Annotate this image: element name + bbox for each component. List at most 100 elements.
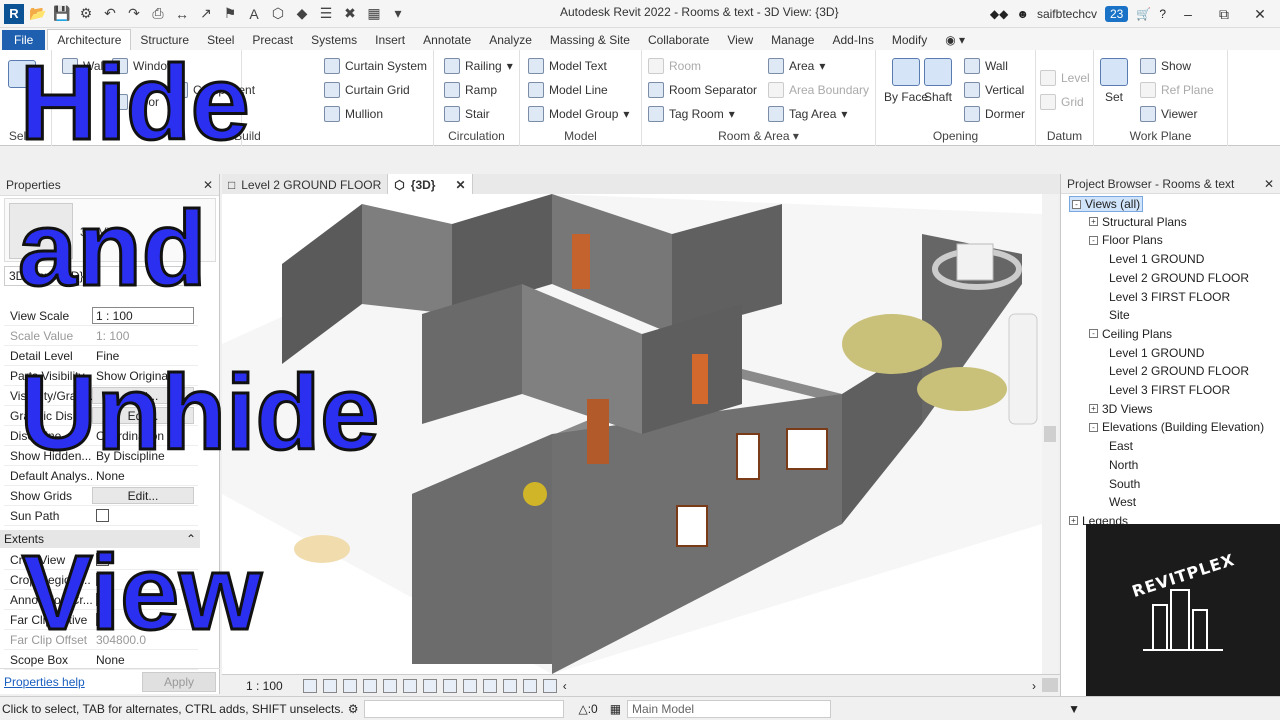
lock-3d-icon[interactable]: [442, 678, 457, 693]
tab-insert[interactable]: Insert: [366, 30, 414, 50]
worksharing-icon[interactable]: [502, 678, 517, 693]
temporary-hide-icon[interactable]: [462, 678, 477, 693]
help-icon[interactable]: ?: [1159, 7, 1166, 21]
view-scale[interactable]: 1 : 100: [246, 679, 283, 693]
expand-icon[interactable]: +: [1089, 404, 1098, 414]
crop-view-icon[interactable]: [402, 678, 417, 693]
switch-windows-icon[interactable]: ▦: [364, 5, 384, 23]
binoculars-icon[interactable]: ◆◆: [990, 7, 1008, 21]
stair-button[interactable]: Stair: [444, 106, 490, 122]
viewer-button[interactable]: Viewer: [1140, 106, 1197, 122]
curtain-grid-button[interactable]: Curtain Grid: [324, 82, 410, 98]
tab-massing-site[interactable]: Massing & Site: [541, 30, 639, 50]
show-work-plane-button[interactable]: Show: [1140, 58, 1191, 74]
contextual-dropdown-icon[interactable]: ◉ ▾: [936, 30, 974, 50]
tree-node[interactable]: Level 2 GROUND FLOOR: [1109, 271, 1249, 285]
area-boundary-button[interactable]: Area Boundary: [768, 82, 869, 98]
tag-area-button[interactable]: Tag Area ▾: [768, 106, 847, 122]
collapse-icon[interactable]: -: [1089, 422, 1098, 432]
customize-qat-icon[interactable]: ▾: [388, 5, 408, 23]
visual-style-icon[interactable]: [322, 678, 337, 693]
model-group-button[interactable]: Model Group ▾: [528, 106, 629, 122]
model-line-button[interactable]: Model Line: [528, 82, 608, 98]
tab-3d[interactable]: ⬡ {3D} ✕: [388, 174, 473, 194]
render-icon[interactable]: [382, 678, 397, 693]
grid-button[interactable]: Grid: [1040, 94, 1084, 110]
collapse-icon[interactable]: -: [1089, 329, 1098, 339]
horizontal-scroll-thumb[interactable]: [1042, 678, 1058, 692]
shaft-button[interactable]: Shaft: [924, 58, 952, 104]
tab-level-2-ground-floor[interactable]: □ Level 2 GROUND FLOOR: [222, 174, 389, 194]
tree-node[interactable]: - Floor Plans: [1089, 233, 1163, 247]
constraints-icon[interactable]: [542, 678, 557, 693]
scroll-left-icon[interactable]: ‹: [563, 679, 567, 693]
undo-icon[interactable]: ↶: [100, 5, 120, 23]
minimize-button[interactable]: –: [1174, 6, 1202, 22]
property-value[interactable]: None: [92, 650, 198, 669]
tree-node[interactable]: Level 3 FIRST FLOOR: [1109, 290, 1230, 304]
wall-opening-button[interactable]: Wall: [964, 58, 1008, 74]
tree-node[interactable]: - Views (all): [1069, 196, 1144, 212]
property-value[interactable]: 1: 100: [92, 326, 198, 345]
tree-node[interactable]: North: [1109, 458, 1138, 472]
tree-node[interactable]: - Ceiling Plans: [1089, 327, 1172, 341]
navigation-bar[interactable]: [1008, 313, 1038, 425]
vertical-opening-button[interactable]: Vertical: [964, 82, 1024, 98]
tree-node[interactable]: + Structural Plans: [1089, 215, 1187, 229]
tab-view[interactable]: View: [718, 30, 762, 50]
ref-plane-button[interactable]: Ref Plane: [1140, 82, 1214, 98]
sun-path-icon[interactable]: [342, 678, 357, 693]
tree-node[interactable]: South: [1109, 477, 1140, 491]
vertical-scroll-thumb[interactable]: [1044, 426, 1056, 442]
project-browser-close-icon[interactable]: ✕: [1264, 177, 1274, 191]
notification-badge[interactable]: 23: [1105, 6, 1129, 22]
ramp-button[interactable]: Ramp: [444, 82, 497, 98]
tree-node[interactable]: Level 1 GROUND: [1109, 252, 1204, 266]
tab-manage[interactable]: Manage: [762, 30, 823, 50]
sun-path-checkbox[interactable]: [96, 509, 109, 522]
tree-node[interactable]: West: [1109, 495, 1136, 509]
save-icon[interactable]: 💾: [52, 5, 72, 23]
expand-icon[interactable]: +: [1089, 217, 1098, 227]
filter-funnel-icon[interactable]: ▼: [1068, 702, 1080, 716]
tree-node[interactable]: Level 3 FIRST FLOOR: [1109, 383, 1230, 397]
shadows-icon[interactable]: [362, 678, 377, 693]
tree-node[interactable]: East: [1109, 439, 1133, 453]
design-option-field[interactable]: Main Model: [627, 699, 832, 718]
reveal-hidden-icon[interactable]: [482, 678, 497, 693]
open-icon[interactable]: 📂: [28, 5, 48, 23]
room-button[interactable]: Room: [648, 58, 701, 74]
set-work-plane-button[interactable]: Set: [1100, 58, 1128, 104]
property-value[interactable]: 1 : 100: [92, 307, 194, 324]
redo-icon[interactable]: ↷: [124, 5, 144, 23]
filter-icon[interactable]: △: [578, 702, 587, 716]
show-crop-icon[interactable]: [422, 678, 437, 693]
user-icon[interactable]: ☻: [1016, 7, 1029, 21]
curtain-system-button[interactable]: Curtain System: [324, 58, 427, 74]
tab-precast[interactable]: Precast: [243, 30, 302, 50]
tree-node[interactable]: Level 1 GROUND: [1109, 346, 1204, 360]
sync-icon[interactable]: ⚙: [76, 5, 96, 23]
tab-systems[interactable]: Systems: [302, 30, 366, 50]
by-face-button[interactable]: By Face: [884, 58, 928, 104]
detail-level-icon[interactable]: [302, 678, 317, 693]
tree-node[interactable]: Site: [1109, 308, 1130, 322]
editing-requests-icon[interactable]: ▦: [610, 702, 621, 716]
edit-button[interactable]: Edit...: [92, 487, 194, 504]
close-hidden-icon[interactable]: ✖: [340, 5, 360, 23]
mullion-button[interactable]: Mullion: [324, 106, 383, 122]
level-button[interactable]: Level: [1040, 70, 1090, 86]
revit-logo-icon[interactable]: R: [4, 3, 24, 24]
thin-lines-icon[interactable]: ☰: [316, 5, 336, 23]
railing-button[interactable]: Railing ▾: [444, 58, 513, 74]
restore-button[interactable]: ⧉: [1210, 6, 1238, 23]
model-text-button[interactable]: Model Text: [528, 58, 607, 74]
room-separator-button[interactable]: Room Separator: [648, 82, 757, 98]
apply-button[interactable]: Apply: [142, 671, 216, 692]
cart-icon[interactable]: 🛒: [1136, 7, 1151, 21]
section-icon[interactable]: ◆: [292, 5, 312, 23]
worksets-icon[interactable]: ⚙: [348, 702, 359, 716]
measure-icon[interactable]: ↔: [172, 5, 192, 23]
tab-annotate[interactable]: Annotate: [414, 30, 480, 50]
tab-collaborate[interactable]: Collaborate: [639, 30, 718, 50]
